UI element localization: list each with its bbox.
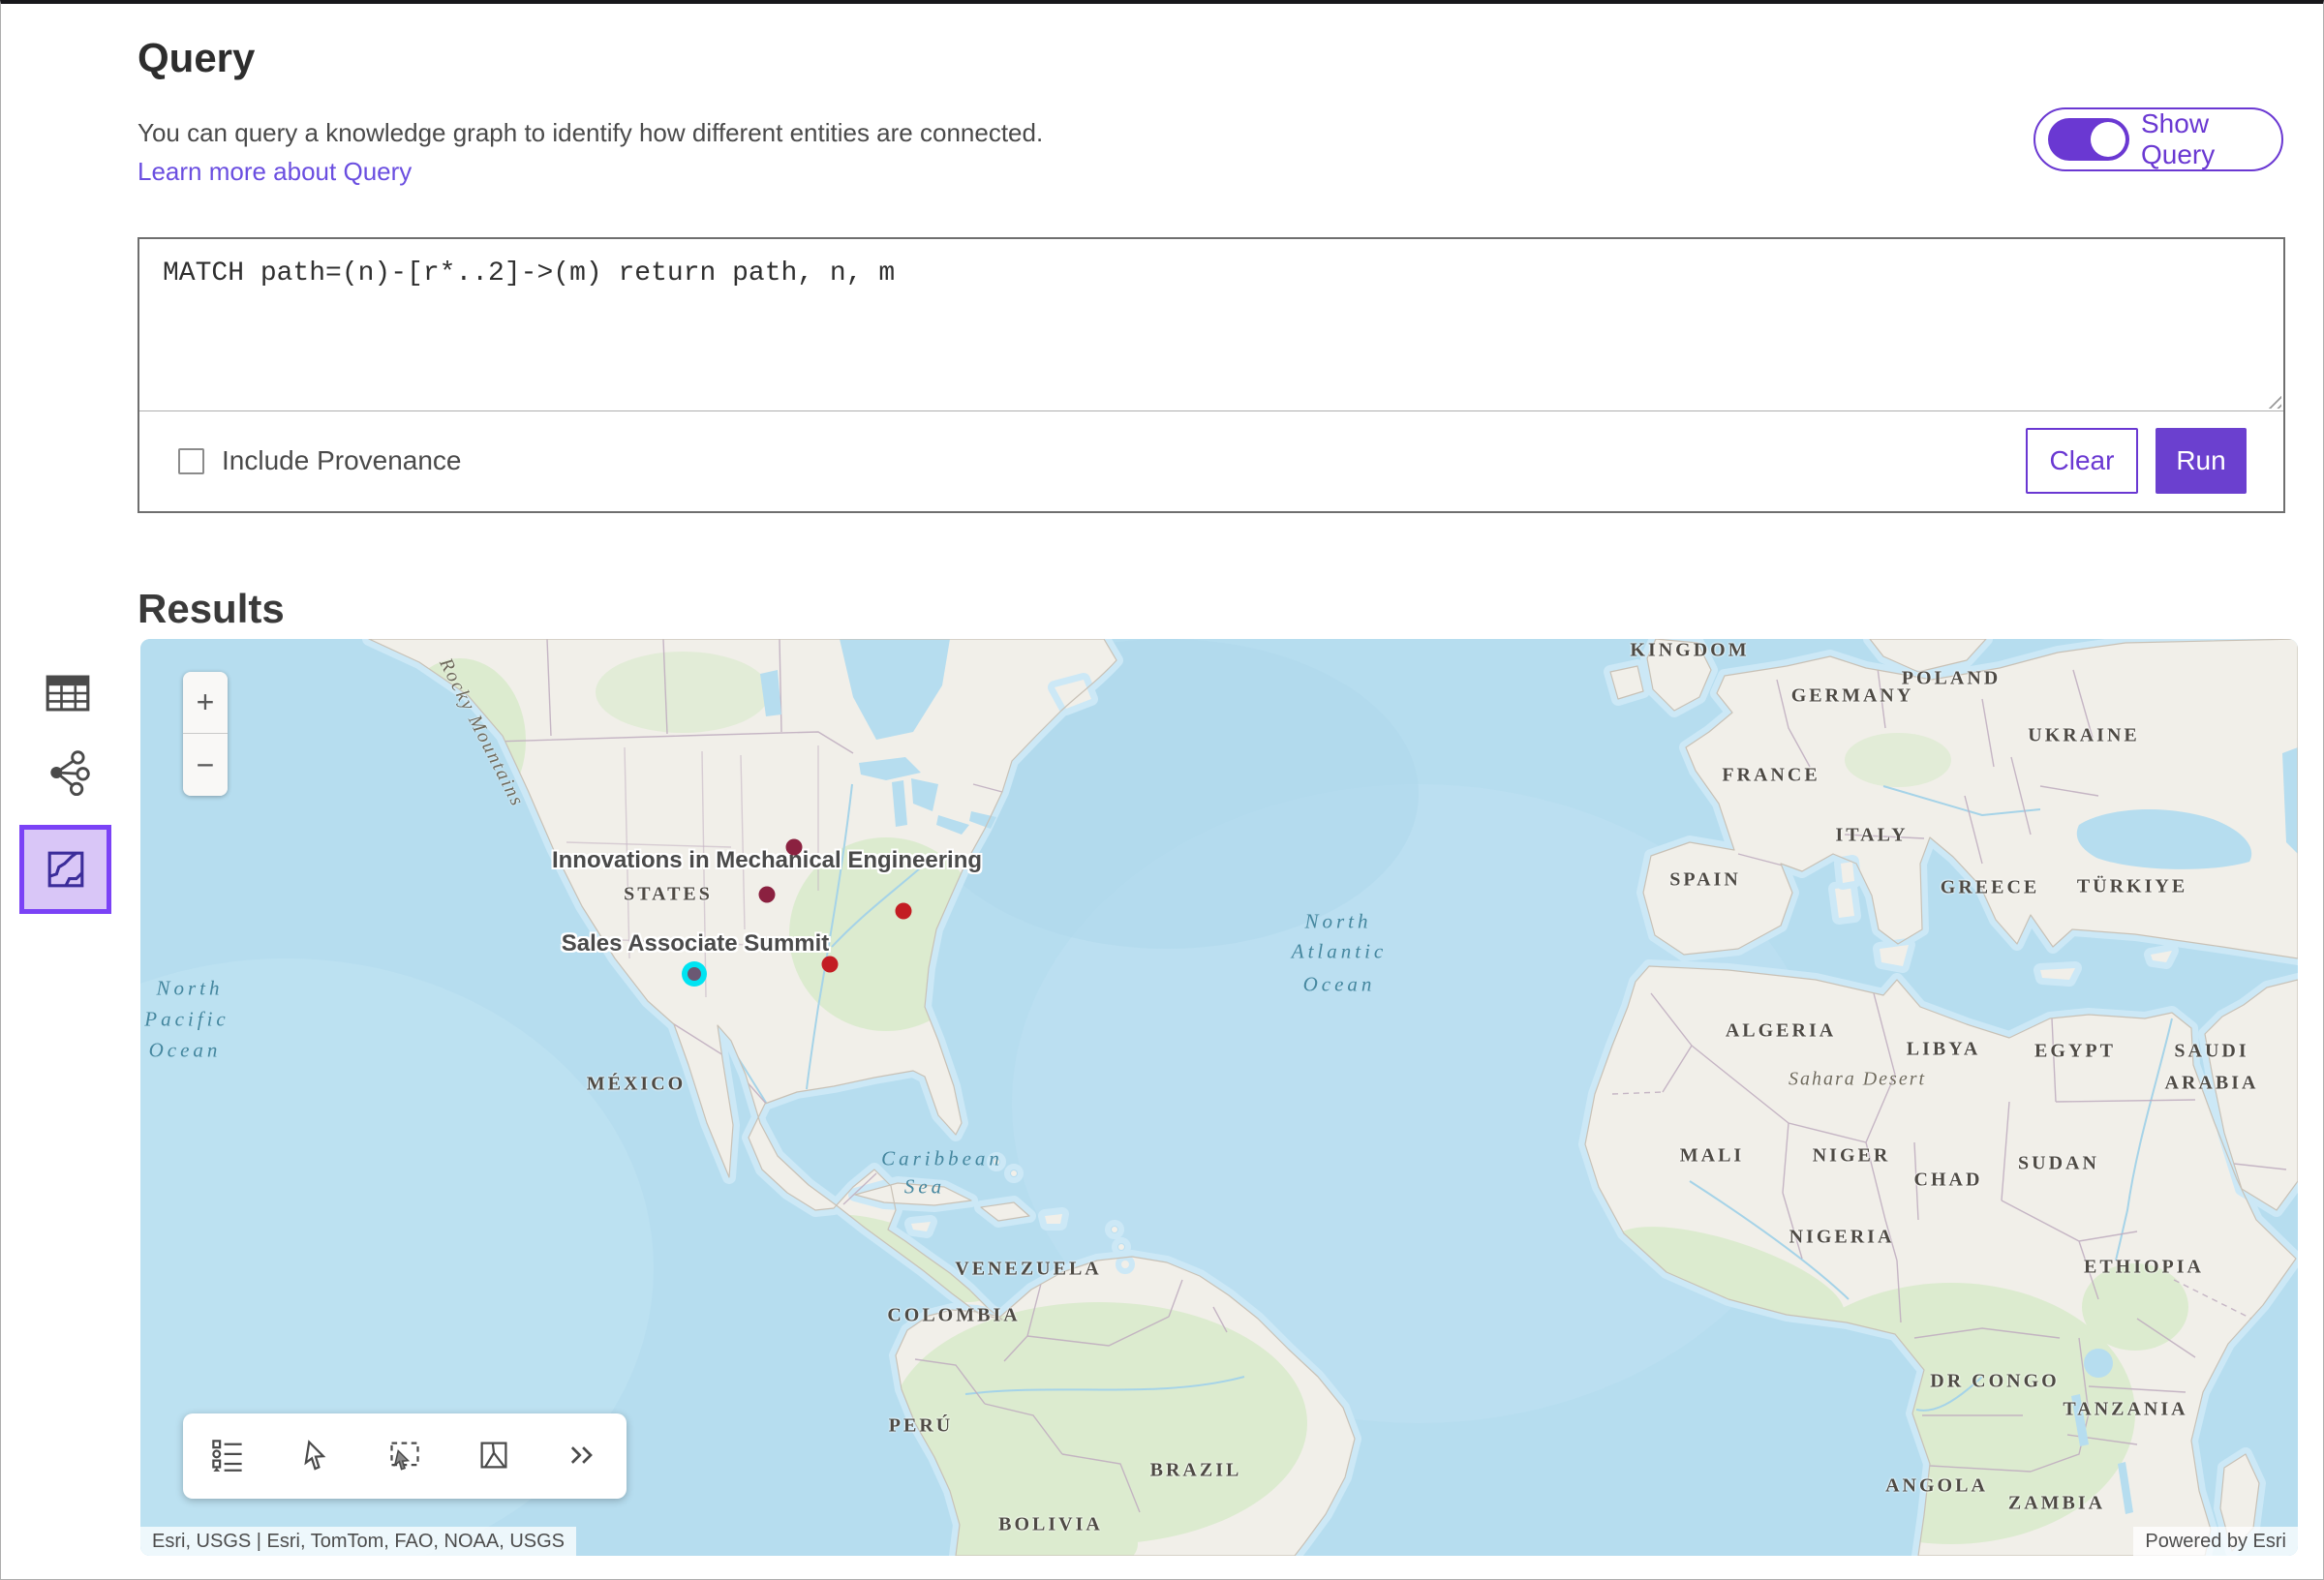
more-tools-button[interactable]	[561, 1434, 603, 1479]
country-label: FRANCE	[1722, 765, 1819, 787]
country-label: SPAIN	[1669, 869, 1741, 892]
zoom-out-button[interactable]: −	[183, 734, 228, 796]
country-label: ITALY	[1835, 825, 1908, 847]
country-label: MALI	[1680, 1145, 1744, 1168]
query-panel: MATCH path=(n)-[r*..2]->(m) return path,…	[138, 237, 2285, 513]
country-label: TÜRKIYE	[2077, 876, 2187, 898]
table-view-button[interactable]	[43, 668, 93, 721]
country-label: COLOMBIA	[887, 1305, 1020, 1327]
water-label: Ocean	[1303, 973, 1376, 997]
map-marker[interactable]	[759, 887, 776, 903]
country-label: POLAND	[1902, 668, 2001, 690]
water-label: Pacific	[144, 1008, 229, 1032]
run-button[interactable]: Run	[2156, 428, 2247, 494]
results-title: Results	[138, 586, 285, 632]
include-provenance-label: Include Provenance	[222, 445, 462, 476]
cursor-select-button[interactable]	[294, 1434, 337, 1479]
country-label: MÉXICO	[587, 1074, 686, 1096]
learn-more-link[interactable]: Learn more about Query	[138, 157, 412, 187]
country-label: STATES	[624, 884, 713, 906]
country-label: GERMANY	[1791, 685, 1914, 708]
country-label: CHAD	[1914, 1170, 1983, 1192]
clear-button[interactable]: Clear	[2026, 428, 2138, 494]
terrain-label: Sahara Desert	[1789, 1069, 1926, 1091]
map-marker-selected[interactable]	[688, 967, 701, 981]
powered-by-esri: Powered by Esri	[2133, 1527, 2298, 1556]
select-polygon-icon	[476, 1438, 511, 1473]
country-label: ARABIA	[2165, 1073, 2259, 1095]
water-label: North	[156, 977, 223, 1001]
country-label: GREECE	[1941, 877, 2039, 899]
zoom-in-button[interactable]: +	[183, 672, 228, 734]
country-label: EGYPT	[2034, 1041, 2116, 1063]
map-toolbar	[183, 1413, 627, 1499]
country-label: NIGERIA	[1789, 1227, 1895, 1249]
network-icon	[43, 747, 93, 798]
map-marker[interactable]	[896, 903, 912, 920]
water-label: Atlantic	[1292, 940, 1388, 964]
country-label: KINGDOM	[1630, 640, 1749, 662]
toggle-knob	[2091, 122, 2125, 157]
country-label: VENEZUELA	[955, 1259, 1101, 1281]
map-zoom-control: + −	[183, 672, 228, 796]
show-query-toggle[interactable]: Show Query	[2034, 107, 2283, 171]
country-label: ETHIOPIA	[2084, 1257, 2204, 1279]
country-label: NIGER	[1813, 1145, 1891, 1168]
country-label: PERÚ	[889, 1415, 953, 1438]
include-provenance-option[interactable]: Include Provenance	[178, 445, 462, 476]
country-label: ZAMBIA	[2008, 1493, 2105, 1515]
map-view-button[interactable]	[19, 825, 111, 914]
cursor-select-icon	[298, 1438, 333, 1473]
page-description: You can query a knowledge graph to ident…	[138, 118, 1043, 148]
graph-view-button[interactable]	[43, 747, 93, 801]
entity-label: Sales Associate Summit	[562, 930, 830, 957]
country-label: ALGERIA	[1726, 1020, 1836, 1043]
toggle-switch-icon[interactable]	[2048, 118, 2129, 161]
select-rectangle-icon	[387, 1438, 422, 1473]
include-provenance-checkbox[interactable]	[178, 448, 204, 474]
water-label: North	[1304, 910, 1371, 934]
results-map[interactable]: KINGDOM POLANDGERMANY UKRAINE FRANCE ITALY SP…	[140, 639, 2298, 1556]
country-label: UKRAINE	[2028, 725, 2139, 747]
table-icon	[43, 668, 93, 718]
query-footer: Include Provenance Clear Run	[139, 411, 2283, 510]
select-polygon-button[interactable]	[473, 1434, 515, 1479]
toggle-label: Show Query	[2141, 108, 2281, 170]
more-tools-icon	[565, 1438, 599, 1473]
map-icon	[43, 846, 89, 893]
water-label: Ocean	[149, 1039, 222, 1063]
resize-grip-icon[interactable]	[2264, 391, 2281, 409]
country-label: ANGOLA	[1885, 1475, 1988, 1498]
query-textarea[interactable]: MATCH path=(n)-[r*..2]->(m) return path,…	[139, 239, 2283, 411]
map-marker[interactable]	[786, 839, 803, 856]
map-marker[interactable]	[822, 957, 839, 973]
legend-button[interactable]	[206, 1434, 249, 1479]
water-label: Sea	[904, 1175, 945, 1200]
entity-label: Innovations in Mechanical Engineering	[552, 847, 982, 874]
country-label: BRAZIL	[1150, 1460, 1242, 1482]
country-label: DR CONGO	[1930, 1371, 2059, 1393]
map-attribution: Esri, USGS | Esri, TomTom, FAO, NOAA, US…	[140, 1527, 576, 1556]
country-label: BOLIVIA	[998, 1514, 1103, 1536]
country-label: TANZANIA	[2063, 1399, 2187, 1421]
country-label: LIBYA	[1907, 1039, 1981, 1061]
legend-icon	[210, 1438, 245, 1473]
select-rectangle-button[interactable]	[383, 1434, 426, 1479]
water-label: Caribbean	[881, 1147, 1003, 1171]
page-title: Query	[138, 35, 255, 81]
country-label: SUDAN	[2018, 1153, 2099, 1175]
query-text: MATCH path=(n)-[r*..2]->(m) return path,…	[163, 258, 895, 289]
country-label: SAUDI	[2174, 1041, 2248, 1063]
